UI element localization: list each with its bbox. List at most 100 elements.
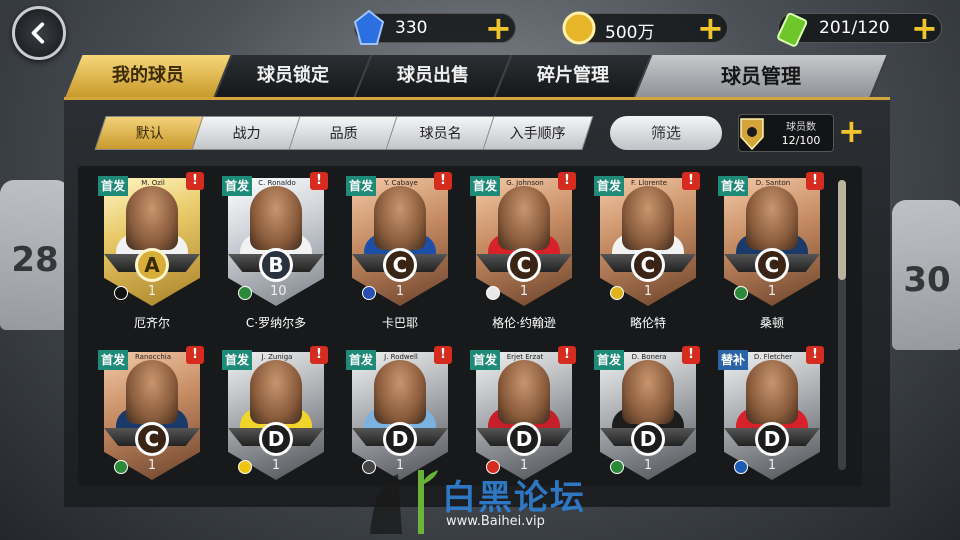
player-portrait: [746, 360, 798, 424]
player-portrait: [622, 360, 674, 424]
nation-flag-icon: [362, 286, 376, 300]
alert-icon[interactable]: !: [558, 172, 576, 190]
lineup-status-badge: 替补: [718, 350, 748, 370]
alert-icon[interactable]: !: [186, 172, 204, 190]
scrollbar-thumb[interactable]: [838, 180, 846, 280]
add-coin-button[interactable]: +: [697, 12, 724, 44]
sort-quality-button[interactable]: 品质: [288, 116, 400, 150]
tab-my-players[interactable]: 我的球员: [65, 55, 233, 97]
tab-bar: 我的球员 球员锁定 球员出售 碎片管理 球员管理: [64, 55, 890, 97]
grade-badge: C: [631, 248, 665, 282]
battery-icon: [777, 12, 808, 47]
coin-value: 500万: [605, 23, 655, 43]
nation-flag-icon: [238, 286, 252, 300]
player-count-label: 球员数: [786, 122, 816, 133]
player-name-en: C. Ronaldo: [258, 179, 296, 187]
player-card[interactable]: D. Santon 首发! C 1 桑顿: [718, 172, 838, 340]
coin-resource: 500万 +: [562, 11, 728, 45]
player-card[interactable]: Ranocchia 首发! C 1: [98, 346, 218, 514]
lineup-status-badge: 首发: [98, 350, 128, 370]
player-name-cn: 卡巴耶: [381, 316, 418, 330]
lineup-status-badge: 首发: [718, 176, 748, 196]
tab-player-sale[interactable]: 球员出售: [355, 55, 513, 97]
player-name-en: J. Zuniga: [261, 353, 293, 361]
grade-badge: C: [383, 248, 417, 282]
player-name-en: J. Rodwell: [384, 353, 418, 361]
energy-value: 201/120: [819, 18, 890, 38]
chevron-left-icon: [31, 22, 45, 44]
player-name-en: M. Ozil: [141, 179, 165, 187]
player-name-cn: 略伦特: [629, 316, 666, 330]
coin-icon: [562, 11, 596, 45]
player-card[interactable]: D. Fletcher 替补! D 1: [718, 346, 838, 514]
lineup-status-badge: 首发: [222, 350, 252, 370]
tab-fragment-management[interactable]: 碎片管理: [495, 55, 653, 97]
player-name-en: Erjet Erzat: [506, 353, 544, 361]
scrollbar[interactable]: [838, 180, 846, 470]
lineup-status-badge: 首发: [222, 176, 252, 196]
alert-icon[interactable]: !: [682, 346, 700, 364]
energy-resource: 201/120 +: [777, 12, 942, 47]
nation-flag-icon: [486, 286, 500, 300]
background-jersey-number: 28: [11, 240, 59, 280]
player-count-box: 球员数 12/100: [738, 114, 834, 152]
gem-value: 330: [395, 18, 428, 38]
lineup-status-badge: 首发: [470, 176, 500, 196]
player-card[interactable]: F. Llorente 首发! C 1 略伦特: [594, 172, 714, 340]
grade-badge: D: [755, 422, 789, 456]
player-name-en: Ranocchia: [134, 353, 172, 361]
player-name-en: D. Bonera: [631, 353, 667, 361]
gem-resource: 330 +: [353, 9, 516, 45]
player-name-cn: 格伦·约翰逊: [492, 316, 556, 330]
player-card[interactable]: G. Johnson 首发! C 1 格伦·约翰逊: [470, 172, 590, 340]
alert-icon[interactable]: !: [682, 172, 700, 190]
bamboo-logo-icon: [370, 470, 438, 534]
player-card[interactable]: C. Ronaldo 首发! B 10 C·罗纳尔多: [222, 172, 342, 340]
shield-icon: [740, 118, 764, 151]
player-level: 1: [395, 284, 405, 299]
nation-flag-icon: [114, 460, 128, 474]
add-gem-button[interactable]: +: [485, 12, 512, 44]
player-name-cn: 厄齐尔: [133, 316, 170, 330]
player-name-en: D. Fletcher: [753, 353, 793, 361]
player-level: 1: [767, 284, 777, 299]
nation-flag-icon: [610, 286, 624, 300]
nation-flag-icon: [114, 286, 128, 300]
alert-icon[interactable]: !: [186, 346, 204, 364]
lineup-status-badge: 首发: [594, 176, 624, 196]
player-level: 1: [147, 284, 157, 299]
watermark-url: www.Baihei.vip: [446, 514, 545, 529]
alert-icon[interactable]: !: [434, 172, 452, 190]
player-level: 10: [270, 284, 287, 299]
alert-icon[interactable]: !: [806, 172, 824, 190]
player-level: 1: [271, 458, 281, 473]
alert-icon[interactable]: !: [310, 346, 328, 364]
background-jersey-number: 30: [903, 260, 951, 300]
player-portrait: [126, 360, 178, 424]
filter-button[interactable]: 筛选: [610, 116, 722, 150]
alert-icon[interactable]: !: [806, 346, 824, 364]
add-energy-button[interactable]: +: [911, 12, 938, 44]
player-card[interactable]: Y. Cabaye 首发! C 1 卡巴耶: [346, 172, 466, 340]
background-jersey-right: 30: [892, 200, 960, 350]
sort-acquired-button[interactable]: 入手顺序: [482, 116, 594, 150]
player-card[interactable]: M. Ozil 首发! A 1 厄齐尔: [98, 172, 218, 340]
grade-badge: C: [507, 248, 541, 282]
expand-roster-button[interactable]: +: [838, 115, 865, 147]
player-card[interactable]: J. Zuniga 首发! D 1: [222, 346, 342, 514]
gem-icon: [353, 9, 385, 45]
lineup-status-badge: 首发: [470, 350, 500, 370]
player-portrait: [622, 186, 674, 250]
tab-player-lock[interactable]: 球员锁定: [215, 55, 373, 97]
player-name-en: Y. Cabaye: [384, 179, 418, 187]
back-button[interactable]: [12, 6, 66, 60]
sort-power-button[interactable]: 战力: [191, 116, 303, 150]
player-portrait: [250, 186, 302, 250]
alert-icon[interactable]: !: [310, 172, 328, 190]
player-level: 1: [147, 458, 157, 473]
sort-default-button[interactable]: 默认: [94, 116, 206, 150]
alert-icon[interactable]: !: [558, 346, 576, 364]
alert-icon[interactable]: !: [434, 346, 452, 364]
player-portrait: [746, 186, 798, 250]
sort-name-button[interactable]: 球员名: [385, 116, 497, 150]
